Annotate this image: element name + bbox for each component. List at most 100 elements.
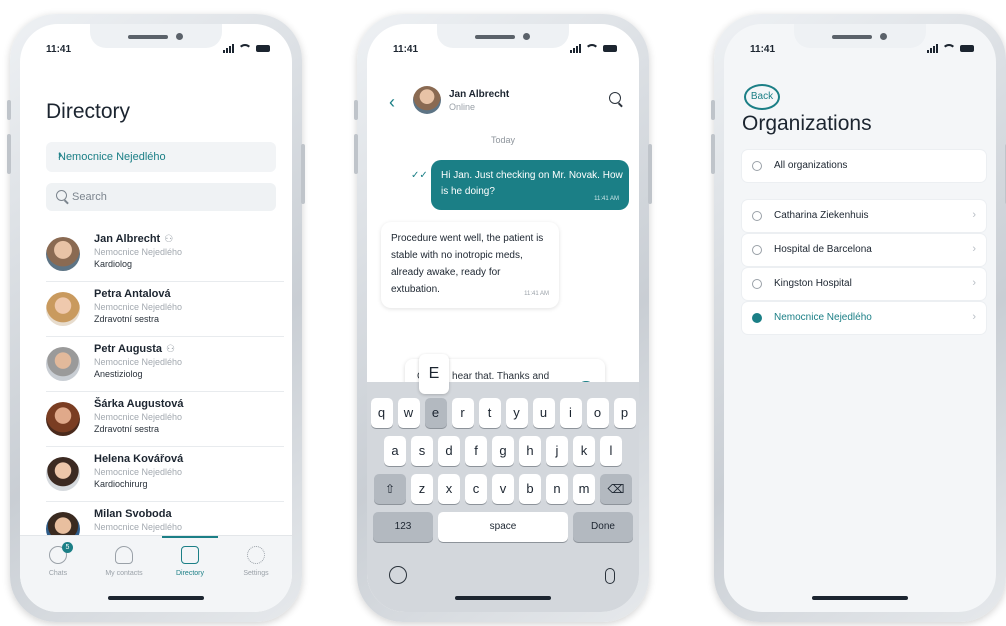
key-k[interactable]: k — [573, 436, 595, 466]
organization-list: Catharina Ziekenhuis › Hospital de Barce… — [742, 200, 986, 336]
list-item[interactable]: Kingston Hospital › — [742, 268, 986, 300]
key-z[interactable]: z — [411, 474, 433, 504]
search-icon[interactable] — [609, 92, 621, 104]
back-arrow-icon[interactable]: ‹ — [389, 92, 395, 113]
key-g[interactable]: g — [492, 436, 514, 466]
search-input[interactable]: Search — [46, 183, 276, 211]
battery-icon — [603, 45, 617, 52]
chevron-right-icon: › — [972, 243, 976, 255]
space-key[interactable]: space — [438, 512, 568, 542]
outgoing-message[interactable]: Hi Jan. Just checking on Mr. Novak. How … — [431, 160, 629, 210]
option-label: Nemocnice Nejedlého — [774, 312, 872, 323]
contact-organization: Nemocnice Nejedlého — [94, 522, 183, 532]
contact-role: Kardiochirurg — [94, 479, 148, 489]
key-a[interactable]: a — [384, 436, 406, 466]
option-label: All organizations — [774, 160, 848, 171]
key-f[interactable]: f — [465, 436, 487, 466]
home-indicator — [108, 596, 204, 600]
avatar — [413, 86, 441, 114]
status-time: 11:41 — [393, 44, 419, 55]
key-l[interactable]: l — [600, 436, 622, 466]
contact-row[interactable]: Petr Augusta ⚇ Nemocnice Nejedlého Anesti… — [46, 337, 284, 392]
key-s[interactable]: s — [411, 436, 433, 466]
key-o[interactable]: o — [586, 398, 609, 428]
list-item[interactable]: Hospital de Barcelona › — [742, 234, 986, 266]
phone-organizations: 11:41 Back Organizations All organizatio… — [711, 14, 1006, 622]
key-v[interactable]: v — [492, 474, 514, 504]
avatar — [46, 292, 80, 326]
battery-icon — [256, 45, 270, 52]
key-b[interactable]: b — [519, 474, 541, 504]
status-time: 11:41 — [46, 44, 72, 55]
radio-icon — [752, 245, 762, 255]
key-d[interactable]: d — [438, 436, 460, 466]
key-w[interactable]: w — [397, 398, 420, 428]
radio-selected-icon — [752, 313, 762, 323]
chevron-right-icon: › — [58, 150, 62, 162]
key-t[interactable]: t — [478, 398, 501, 428]
message-time: 11:41 AM — [524, 291, 549, 297]
emoji-icon[interactable] — [389, 566, 407, 584]
done-key[interactable]: Done — [573, 512, 633, 542]
signal-icon — [223, 44, 234, 53]
chats-badge: 5 — [62, 542, 73, 553]
contact-organization: Nemocnice Nejedlého — [94, 467, 183, 477]
avatar — [46, 237, 80, 271]
key-n[interactable]: n — [546, 474, 568, 504]
phone-directory: 11:41 Directory Nemocnice Nejedlého › Se… — [7, 14, 305, 622]
list-item[interactable]: All organizations — [742, 150, 986, 182]
chat-header: ‹ Jan Albrecht Online — [367, 84, 639, 124]
key-q[interactable]: q — [370, 398, 393, 428]
numbers-key[interactable]: 123 — [373, 512, 433, 542]
radio-icon — [752, 279, 762, 289]
contact-role: Zdravotní sestra — [94, 314, 160, 324]
contact-name: Helena Kovářová — [94, 453, 184, 465]
key-e[interactable]: e — [424, 398, 447, 428]
radio-icon — [752, 211, 762, 221]
list-item[interactable]: Nemocnice Nejedlého › — [742, 302, 986, 334]
all-organizations-option: All organizations — [742, 150, 986, 184]
person-icon — [115, 546, 133, 564]
backspace-key[interactable]: ⌫ — [600, 474, 632, 504]
shift-key[interactable]: ⇧ — [374, 474, 406, 504]
tab-settings[interactable]: Settings — [224, 546, 288, 577]
page-title: Organizations — [742, 112, 872, 135]
wifi-icon — [942, 44, 956, 53]
key-c[interactable]: c — [465, 474, 487, 504]
key-r[interactable]: r — [451, 398, 474, 428]
tab-directory[interactable]: Directory — [158, 536, 222, 577]
key-y[interactable]: y — [505, 398, 528, 428]
avatar — [46, 457, 80, 491]
microphone-icon[interactable] — [605, 568, 615, 584]
tab-chats[interactable]: 5 Chats — [26, 542, 90, 577]
key-x[interactable]: x — [438, 474, 460, 504]
contact-row[interactable]: Šárka Augustová Nemocnice Nejedlého Zdra… — [46, 392, 284, 447]
gear-icon — [247, 546, 265, 564]
contact-role: Zdravotní sestra — [94, 424, 160, 434]
organizations-screen: 11:41 Back Organizations All organizatio… — [724, 24, 996, 612]
book-icon — [181, 546, 199, 564]
contact-row[interactable]: Helena Kovářová Nemocnice Nejedlého Kard… — [46, 447, 284, 502]
contact-organization: Nemocnice Nejedlého — [94, 357, 183, 367]
option-label: Catharina Ziekenhuis — [774, 210, 869, 221]
home-indicator — [455, 596, 551, 600]
key-u[interactable]: u — [532, 398, 555, 428]
key-i[interactable]: i — [559, 398, 582, 428]
contact-name: Šárka Augustová — [94, 398, 184, 410]
back-button[interactable]: Back — [744, 84, 780, 110]
incoming-message[interactable]: Procedure went well, the patient is stab… — [381, 222, 559, 308]
key-j[interactable]: j — [546, 436, 568, 466]
list-item[interactable]: Catharina Ziekenhuis › — [742, 200, 986, 232]
contact-row[interactable]: Petra Antalová Nemocnice Nejedlého Zdrav… — [46, 282, 284, 337]
chat-icon: 5 — [49, 542, 73, 564]
page-title: Directory — [46, 100, 131, 123]
wifi-icon — [585, 44, 599, 53]
key-h[interactable]: h — [519, 436, 541, 466]
status-bar: 11:41 — [393, 44, 617, 60]
organization-selector[interactable]: Nemocnice Nejedlého › — [46, 142, 276, 172]
key-m[interactable]: m — [573, 474, 595, 504]
contact-row[interactable]: Jan Albrecht ⚇ Nemocnice Nejedlého Kardio… — [46, 227, 284, 282]
status-time: 11:41 — [750, 44, 776, 55]
key-p[interactable]: p — [613, 398, 636, 428]
tab-my-contacts[interactable]: My contacts — [92, 546, 156, 577]
